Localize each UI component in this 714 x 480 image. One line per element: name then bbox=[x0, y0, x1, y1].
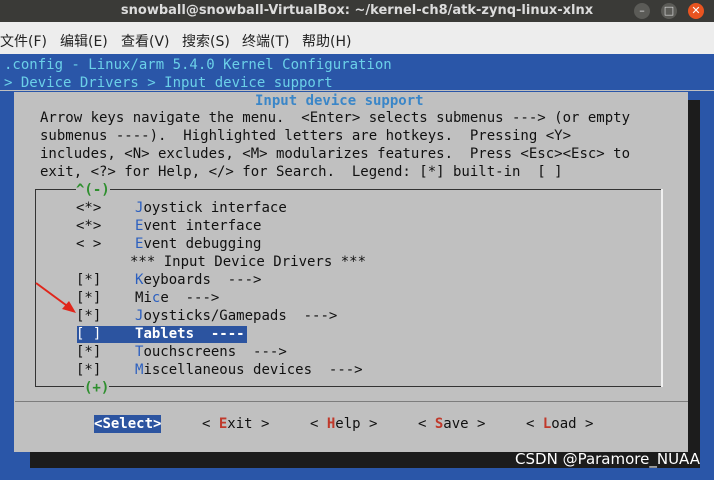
item-label: oysticks/Gamepads ---> bbox=[143, 308, 338, 324]
button-hotkey: S bbox=[102, 416, 111, 432]
red-arrow-icon bbox=[35, 282, 76, 313]
item-label: vent interface bbox=[143, 218, 262, 234]
item-mark: <*> bbox=[76, 218, 102, 234]
window-titlebar: snowball@snowball-VirtualBox: ~/kernel-c… bbox=[0, 0, 714, 22]
menu-item-event-debugging[interactable]: < > Event debugging bbox=[76, 235, 261, 253]
button-label: elp > bbox=[335, 416, 378, 432]
button-bracket: < bbox=[202, 416, 219, 432]
menu-item-joysticks-gamepads[interactable]: [*] Joysticks/Gamepads ---> bbox=[76, 307, 337, 325]
exit-button[interactable]: < Exit > bbox=[202, 415, 269, 433]
menu-item-miscellaneous-devices[interactable]: [*] Miscellaneous devices ---> bbox=[76, 361, 363, 379]
help-line-1: Arrow keys navigate the menu. <Enter> se… bbox=[40, 110, 631, 126]
item-label: ablets ---- bbox=[143, 326, 245, 342]
select-button[interactable]: <Select> bbox=[94, 415, 162, 433]
button-bracket: < bbox=[418, 416, 435, 432]
item-label: eyboards ---> bbox=[143, 272, 262, 288]
scroll-down-indicator: (+) bbox=[84, 379, 110, 397]
menu-item-joystick-interface[interactable]: <*> Joystick interface bbox=[76, 199, 287, 217]
watermark: CSDN @Paramore_NUAA bbox=[515, 450, 700, 468]
button-label: xit > bbox=[227, 416, 270, 432]
window-title: snowball@snowball-VirtualBox: ~/kernel-c… bbox=[120, 3, 594, 18]
item-label-rest: e ---> bbox=[160, 290, 220, 306]
save-button[interactable]: < Save > bbox=[418, 415, 485, 433]
button-separator bbox=[15, 401, 688, 402]
header-divider bbox=[0, 90, 714, 91]
menu-file[interactable]: 文件(F) bbox=[0, 31, 47, 51]
dialog-title: Input device support bbox=[255, 93, 424, 109]
help-button[interactable]: < Help > bbox=[310, 415, 377, 433]
item-mark: [*] bbox=[76, 362, 102, 378]
load-button[interactable]: < Load > bbox=[526, 415, 593, 433]
dialog-shadow bbox=[688, 100, 700, 452]
item-mark: [*] bbox=[76, 344, 102, 360]
item-mark: <*> bbox=[76, 200, 102, 216]
item-label: ouchscreens ---> bbox=[143, 344, 287, 360]
maximize-icon[interactable]: □ bbox=[661, 3, 677, 19]
menu-edit[interactable]: 编辑(E) bbox=[60, 31, 108, 51]
scroll-up-indicator: ^(-) bbox=[76, 181, 110, 199]
menu-help[interactable]: 帮助(H) bbox=[302, 31, 351, 51]
button-label: elect> bbox=[110, 416, 162, 432]
item-label: vent debugging bbox=[143, 236, 262, 252]
menu-list-box-edge bbox=[661, 189, 663, 387]
menu-terminal[interactable]: 终端(T) bbox=[242, 31, 289, 51]
menu-item-keyboards[interactable]: [*] Keyboards ---> bbox=[76, 271, 261, 289]
item-mark: [ ] bbox=[76, 326, 102, 342]
menu-item-mice[interactable]: [*] Mice ---> bbox=[76, 289, 219, 307]
menu-item-touchscreens[interactable]: [*] Touchscreens ---> bbox=[76, 343, 287, 361]
help-line-4: exit, <?> for Help, </> for Search. Lege… bbox=[40, 164, 563, 180]
item-mark: < > bbox=[76, 236, 102, 252]
menu-search[interactable]: 搜索(S) bbox=[182, 31, 230, 51]
item-label: Mi bbox=[135, 290, 152, 306]
close-icon[interactable]: ✕ bbox=[688, 3, 704, 19]
menu-view[interactable]: 查看(V) bbox=[121, 31, 170, 51]
config-header: .config - Linux/arm 5.4.0 Kernel Configu… bbox=[4, 57, 392, 73]
item-label: iscellaneous devices ---> bbox=[143, 362, 363, 378]
minimize-icon[interactable]: – bbox=[634, 3, 650, 19]
button-label: oad > bbox=[551, 416, 594, 432]
menu-comment-input-device-drivers: *** Input Device Drivers *** bbox=[130, 254, 367, 270]
menu-bar: 文件(F) 编辑(E) 查看(V) 搜索(S) 终端(T) 帮助(H) bbox=[0, 22, 714, 54]
button-bracket: < bbox=[526, 416, 543, 432]
button-bracket: < bbox=[310, 416, 327, 432]
button-label: ave > bbox=[443, 416, 486, 432]
menu-item-tablets[interactable]: [ ] Tablets ---- bbox=[76, 325, 245, 343]
menu-item-event-interface[interactable]: <*> Event interface bbox=[76, 217, 261, 235]
help-line-3: includes, <N> excludes, <M> modularizes … bbox=[40, 146, 631, 162]
help-line-2: submenus ----). Highlighted letters are … bbox=[40, 128, 572, 144]
item-label: oystick interface bbox=[143, 200, 287, 216]
